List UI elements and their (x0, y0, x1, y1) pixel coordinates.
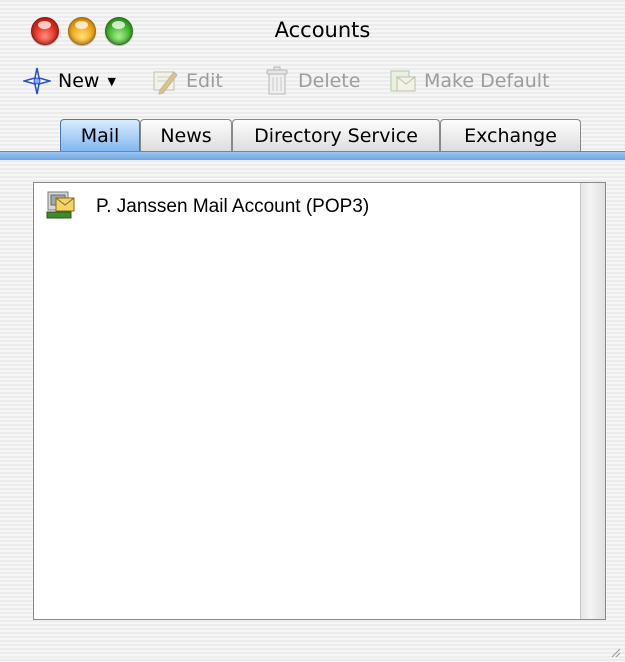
toolbar: New ▼ Edit Delete Make Default (0, 60, 625, 100)
edit-pencil-icon (150, 66, 180, 96)
new-star-icon (22, 66, 52, 96)
delete-button[interactable]: Delete (262, 66, 360, 96)
tab-directory-service[interactable]: Directory Service (232, 119, 440, 152)
list-scrollbar[interactable] (580, 183, 605, 619)
new-button[interactable]: New ▼ (22, 66, 116, 96)
title-bar: Accounts (0, 0, 625, 58)
tab-news[interactable]: News (140, 119, 232, 152)
tab-mail[interactable]: Mail (60, 119, 140, 152)
edit-button[interactable]: Edit (150, 66, 223, 96)
accounts-list[interactable]: P. Janssen Mail Account (POP3) (33, 182, 606, 620)
resize-grip-icon[interactable] (609, 643, 621, 658)
make-default-icon (388, 66, 418, 96)
make-default-button[interactable]: Make Default (388, 66, 550, 96)
new-dropdown-arrow-icon[interactable]: ▼ (107, 75, 115, 88)
tab-panel-accent-line (0, 151, 625, 160)
list-item[interactable]: P. Janssen Mail Account (POP3) (44, 191, 369, 223)
window-title: Accounts (274, 18, 371, 42)
mail-account-icon (44, 190, 76, 224)
tab-exchange[interactable]: Exchange (440, 119, 581, 152)
trash-icon (262, 66, 292, 96)
